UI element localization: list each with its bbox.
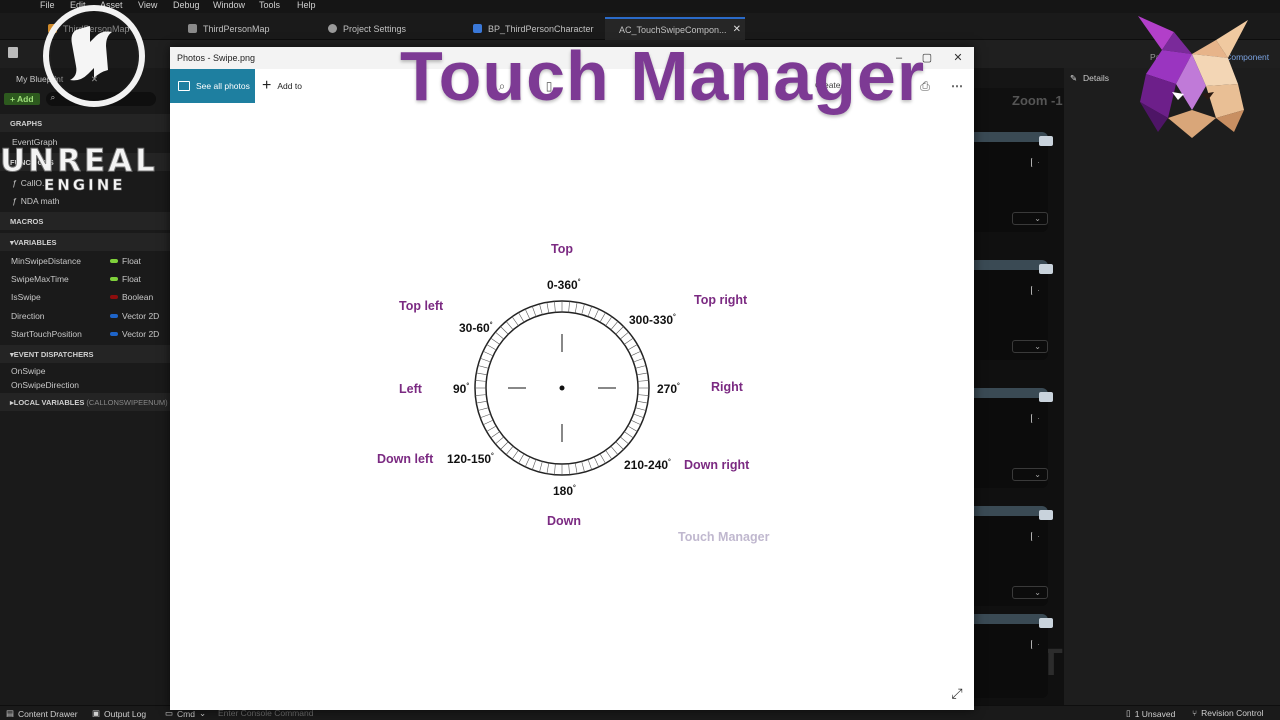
exec-pin-icon xyxy=(1031,158,1039,167)
output-log-button[interactable]: ▣ Output Log xyxy=(92,708,146,719)
envelope-icon xyxy=(1039,618,1053,628)
see-all-label: See all photos xyxy=(196,81,250,91)
zoom-indicator: Zoom -1 xyxy=(1012,93,1063,108)
diagram-watermark: Touch Manager xyxy=(678,530,770,544)
graph-node[interactable]: ⌄ xyxy=(974,260,1053,360)
envelope-icon xyxy=(1039,510,1053,520)
degree-right: 270° xyxy=(657,382,680,396)
degree-top: 0-360° xyxy=(547,278,581,292)
revision-control-button[interactable]: ⑂ Revision Control xyxy=(1192,708,1263,718)
photos-viewer-window: Photos - Swipe.png – ▢ ✕ See all photos … xyxy=(170,47,974,710)
direction-down-right: Down right xyxy=(684,458,750,472)
plus-icon: + xyxy=(262,77,272,94)
see-all-photos-button[interactable]: See all photos xyxy=(170,69,255,103)
exec-pin-icon xyxy=(1031,532,1039,541)
float-pill-icon xyxy=(110,259,118,263)
variables-header[interactable]: ▾ VARIABLES xyxy=(0,233,170,251)
unreal-logo-icon xyxy=(43,5,145,107)
blueprint-icon xyxy=(473,24,482,33)
vector-pill-icon xyxy=(110,314,118,318)
direction-left: Left xyxy=(399,382,422,396)
boolean-pill-icon xyxy=(110,295,118,299)
menu-window[interactable]: Window xyxy=(213,0,245,10)
wizard-fox-mascot-icon xyxy=(1138,16,1248,138)
degree-down-right: 210-240° xyxy=(624,458,671,472)
degree-down: 180° xyxy=(553,484,576,498)
direction-right: Right xyxy=(711,380,743,394)
branch-icon: ⑂ xyxy=(1192,708,1198,718)
unreal-logo-text: UNREAL xyxy=(0,143,158,180)
dispatcher-item[interactable]: OnSwipeDirection xyxy=(0,376,170,394)
chevron-down-icon: ⌄ xyxy=(1012,586,1048,599)
save-icon[interactable] xyxy=(8,47,18,58)
exec-pin-icon xyxy=(1031,286,1039,295)
window-title: Photos - Swipe.png xyxy=(177,53,256,63)
variable-row[interactable]: Direction Vector 2D xyxy=(0,307,170,325)
more-icon[interactable]: ⋯ xyxy=(950,79,964,93)
variable-row[interactable]: MinSwipeDistance Float xyxy=(0,252,170,270)
close-icon[interactable]: ✕ xyxy=(733,24,741,35)
content-drawer-button[interactable]: ▤ Content Drawer xyxy=(6,708,78,719)
function-icon: ƒ xyxy=(12,178,17,188)
file-icon: ▯ xyxy=(1126,708,1131,718)
chevron-down-icon: ⌄ xyxy=(1012,468,1048,481)
chevron-down-icon: ⌄ xyxy=(1012,212,1048,225)
menu-tools[interactable]: Tools xyxy=(259,0,280,10)
envelope-icon xyxy=(1039,264,1053,274)
degree-top-left: 30-60° xyxy=(459,321,493,335)
event-dispatchers-header[interactable]: ▾ EVENT DISPATCHERS xyxy=(0,345,170,363)
graph-node[interactable]: ⌄ xyxy=(974,388,1053,488)
pencil-icon: ✎ xyxy=(1070,73,1078,83)
float-pill-icon xyxy=(110,277,118,281)
drawer-icon: ▤ xyxy=(6,708,15,718)
direction-top-left: Top left xyxy=(399,299,444,313)
direction-down: Down xyxy=(547,514,582,528)
log-icon: ▣ xyxy=(92,708,101,718)
gear-icon xyxy=(328,24,337,33)
variable-row[interactable]: IsSwipe Boolean xyxy=(0,288,170,306)
macros-header[interactable]: MACROS xyxy=(0,212,170,230)
menu-debug[interactable]: Debug xyxy=(173,0,200,10)
variable-row[interactable]: StartTouchPosition Vector 2D xyxy=(0,325,170,343)
menu-help[interactable]: Help xyxy=(297,0,316,10)
vector-pill-icon xyxy=(110,332,118,336)
degree-down-left: 120-150° xyxy=(447,452,494,466)
chevron-down-icon: ⌄ xyxy=(1012,340,1048,353)
function-item[interactable]: ƒ NDA math xyxy=(0,192,170,210)
exec-pin-icon xyxy=(1031,640,1039,649)
tab-label: ThirdPersonMap xyxy=(203,23,270,34)
expand-icon[interactable]: ⤢ xyxy=(949,685,965,701)
direction-down-left: Down left xyxy=(377,452,434,466)
close-icon[interactable]: ✕ xyxy=(951,51,965,65)
graphs-header[interactable]: GRAPHS xyxy=(0,114,170,132)
level-icon xyxy=(188,24,197,33)
add-to-label: Add to xyxy=(277,81,302,91)
add-to-button[interactable]: + Add to xyxy=(262,69,302,103)
graph-node[interactable]: ⌄ xyxy=(974,132,1053,232)
degree-left: 90° xyxy=(453,382,470,396)
graph-node[interactable]: ⌄ xyxy=(974,506,1053,606)
tab-thirdpersonmap-2[interactable]: ThirdPersonMap xyxy=(180,17,278,40)
gallery-icon xyxy=(178,81,190,91)
unsaved-indicator[interactable]: ▯ 1 Unsaved xyxy=(1126,708,1175,719)
exec-pin-icon xyxy=(1031,414,1039,423)
envelope-icon xyxy=(1039,136,1053,146)
graph-node[interactable] xyxy=(974,614,1053,698)
tab-label: Project Settings xyxy=(343,23,407,34)
direction-top-right: Top right xyxy=(694,293,748,307)
tab-label: AC_TouchSwipeCompon... xyxy=(619,24,727,35)
degree-top-right: 300-330° xyxy=(629,313,676,327)
video-title-overlay: Touch Manager xyxy=(400,37,926,115)
local-variables-header[interactable]: ▸ LOCAL VARIABLES (CALLONSWIPEENUM) xyxy=(0,393,170,411)
envelope-icon xyxy=(1039,392,1053,402)
variable-row[interactable]: SwipeMaxTime Float xyxy=(0,270,170,288)
function-icon: ƒ xyxy=(12,196,17,206)
engine-logo-text: ENGINE xyxy=(44,176,126,195)
tab-label: BP_ThirdPersonCharacter xyxy=(488,23,594,34)
menu-bar: File Edit Asset View Debug Window Tools … xyxy=(0,0,1280,13)
direction-top: Top xyxy=(551,242,573,256)
details-panel: ✎ Details xyxy=(1064,68,1280,705)
details-tab[interactable]: Details xyxy=(1083,73,1109,83)
